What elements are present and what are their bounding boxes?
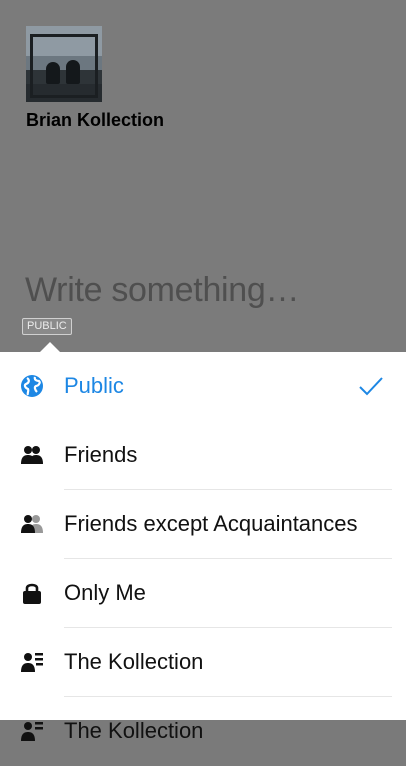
post-composer: Brian Kollection Write something… PUBLIC: [0, 0, 406, 352]
option-label-friends-except: Friends except Acquaintances: [64, 511, 358, 536]
friends-except-icon: [21, 515, 43, 533]
option-label-public: Public: [64, 373, 124, 398]
option-label-friends: Friends: [64, 442, 138, 467]
option-label-the-kollection: The Kollection: [64, 649, 204, 674]
popover-caret: [40, 342, 60, 352]
audience-option-public[interactable]: Public: [0, 352, 406, 421]
lock-icon: [23, 583, 41, 604]
avatar[interactable]: [26, 26, 102, 102]
user-name: Brian Kollection: [26, 110, 165, 130]
post-input[interactable]: Write something…: [25, 271, 300, 310]
audience-option-only-me[interactable]: Only Me: [0, 559, 406, 628]
globe-icon: [21, 375, 43, 397]
audience-option-the-kollection[interactable]: The Kollection: [0, 628, 406, 697]
option-label-only-me: Only Me: [64, 580, 146, 605]
friends-icon: [21, 446, 43, 464]
audience-option-friends-except-acquaintances[interactable]: Friends except Acquaintances: [0, 490, 406, 559]
audience-badge[interactable]: PUBLIC: [22, 318, 72, 335]
audience-option-the-kollection-2[interactable]: The Kollection: [0, 697, 406, 766]
audience-option-friends[interactable]: Friends: [0, 421, 406, 490]
option-label-the-kollection-2: The Kollection: [64, 718, 204, 743]
list-icon: [21, 722, 43, 741]
checkmark-icon: [359, 377, 383, 396]
list-icon: [21, 653, 43, 672]
audience-menu: Public Friends Friends except Acquaintan…: [0, 352, 406, 743]
